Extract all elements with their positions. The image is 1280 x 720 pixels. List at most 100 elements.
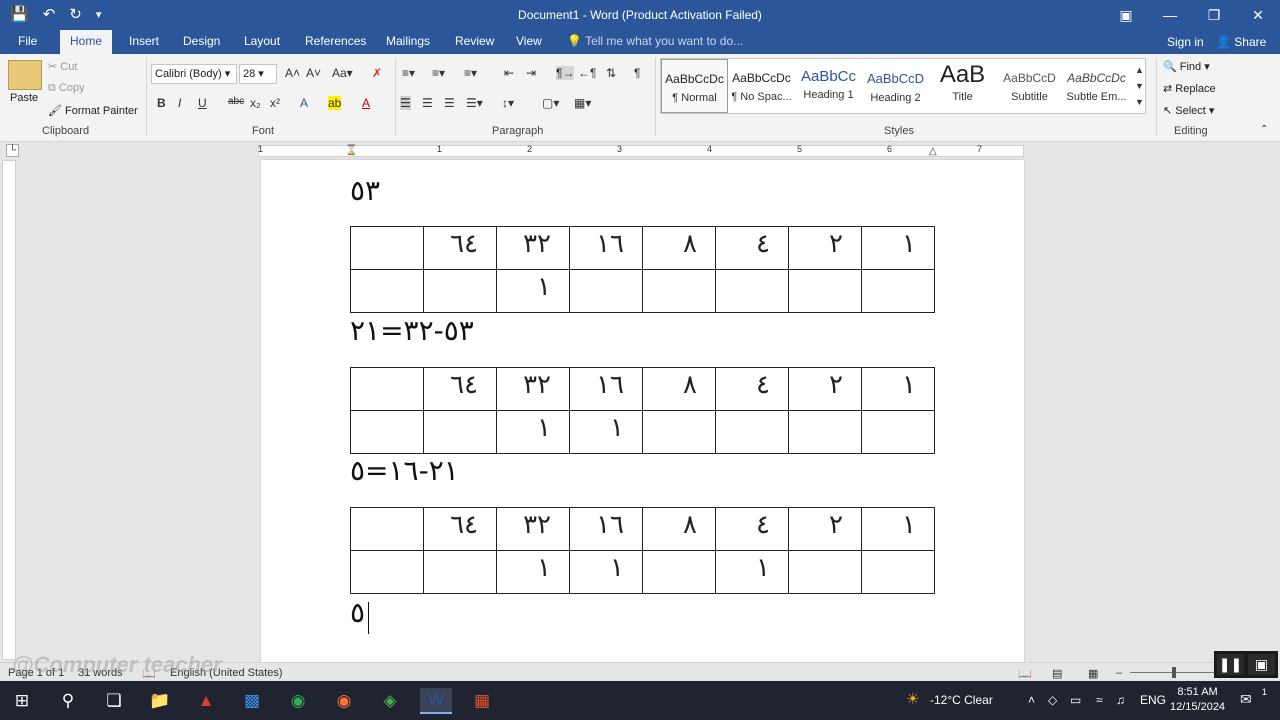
table-cell[interactable]: ١: [496, 550, 570, 594]
underline-icon[interactable]: U: [198, 96, 207, 110]
style-subtle-emphasis[interactable]: AaBbCcDc Subtle Em...: [1063, 59, 1130, 113]
style-heading-1[interactable]: AaBbCc Heading 1: [795, 59, 862, 113]
tell-me-box[interactable]: 💡 Tell me what you want to do...: [567, 34, 743, 48]
ltr-icon[interactable]: ¶→: [556, 66, 575, 80]
table-cell[interactable]: ١٦: [569, 367, 643, 411]
pause-icon[interactable]: ❚❚: [1217, 654, 1244, 675]
table-cell[interactable]: ١: [569, 550, 643, 594]
italic-icon[interactable]: I: [178, 96, 181, 110]
table-cell[interactable]: ٤: [715, 507, 789, 551]
align-left-icon[interactable]: ☰: [400, 96, 411, 110]
clear-formatting-icon[interactable]: ✗: [372, 66, 382, 80]
bullets-icon[interactable]: ≡▾: [402, 66, 415, 80]
table-cell[interactable]: [350, 367, 424, 411]
justify-icon[interactable]: ☰▾: [466, 96, 483, 110]
tray-chevron-icon[interactable]: ˄: [1028, 693, 1035, 707]
table-cell[interactable]: [350, 550, 424, 594]
weather-icon[interactable]: ☀: [906, 690, 919, 708]
firefox-icon[interactable]: ◉: [328, 688, 360, 714]
table-cell[interactable]: ١: [496, 410, 570, 454]
font-color-icon[interactable]: A: [362, 96, 370, 110]
maximize-icon[interactable]: ❐: [1192, 0, 1236, 30]
paste-button[interactable]: Paste: [10, 92, 38, 104]
shrink-font-icon[interactable]: A˅: [306, 66, 321, 80]
table-cell[interactable]: ٣٢: [496, 507, 570, 551]
sort-icon[interactable]: ⇅: [606, 66, 616, 80]
file-explorer-icon[interactable]: 📁: [144, 688, 176, 714]
table-cell[interactable]: ١: [861, 367, 935, 411]
table-cell[interactable]: [861, 410, 935, 454]
decrease-indent-icon[interactable]: ⇤: [504, 66, 514, 80]
minimize-icon[interactable]: —: [1148, 0, 1192, 30]
web-layout-icon[interactable]: ▦: [1088, 667, 1098, 680]
table-cell[interactable]: ١: [496, 269, 570, 313]
table-cell[interactable]: ٨: [642, 367, 716, 411]
rtl-icon[interactable]: ←¶: [578, 66, 596, 80]
styles-more-icon[interactable]: ▼: [1135, 97, 1144, 107]
table-cell[interactable]: ٦٤: [423, 507, 497, 551]
select-button[interactable]: ↖ Select ▾: [1163, 104, 1214, 117]
table-cell[interactable]: ١٦: [569, 226, 643, 270]
table-cell[interactable]: ٢: [788, 507, 862, 551]
table-cell[interactable]: [642, 550, 716, 594]
styles-scroll-down-icon[interactable]: ▼: [1135, 81, 1144, 91]
close-icon[interactable]: ✕: [1236, 0, 1280, 30]
bold-icon[interactable]: B: [157, 96, 166, 110]
highlight-icon[interactable]: ab: [328, 96, 342, 110]
line-spacing-icon[interactable]: ↕▾: [502, 96, 514, 110]
ribbon-display-icon[interactable]: ▣: [1104, 0, 1148, 30]
format-painter-button[interactable]: 🖌 Format Painter: [48, 104, 138, 117]
style-heading-2[interactable]: AaBbCcD Heading 2: [862, 59, 929, 113]
table-cell[interactable]: [569, 269, 643, 313]
clock[interactable]: 8:51 AM 12/15/2024: [1170, 685, 1225, 715]
find-button[interactable]: 🔍 Find ▾: [1163, 60, 1210, 73]
tab-references[interactable]: References: [305, 34, 366, 48]
subscript-icon[interactable]: x₂: [250, 96, 261, 110]
table-cell[interactable]: ٤: [715, 226, 789, 270]
show-marks-icon[interactable]: ¶: [634, 66, 640, 80]
font-name-select[interactable]: Calibri (Body) ▾: [151, 64, 237, 84]
tab-mailings[interactable]: Mailings: [386, 34, 430, 48]
table-cell[interactable]: ١٦: [569, 507, 643, 551]
fullscreen-icon[interactable]: ▣: [1248, 654, 1275, 675]
tab-view[interactable]: View: [516, 34, 542, 48]
table-cell[interactable]: ٨: [642, 226, 716, 270]
zoom-out-icon[interactable]: –: [1116, 667, 1122, 679]
grow-font-icon[interactable]: A˄: [285, 66, 300, 80]
table-cell[interactable]: ٤: [715, 367, 789, 411]
table-cell[interactable]: [423, 410, 497, 454]
table-cell[interactable]: [423, 550, 497, 594]
language-tray[interactable]: ENG: [1140, 693, 1166, 707]
tab-review[interactable]: Review: [455, 34, 494, 48]
shading-icon[interactable]: ▢▾: [542, 96, 559, 110]
table-cell[interactable]: [350, 226, 424, 270]
change-case-icon[interactable]: Aa▾: [332, 66, 353, 80]
table-cell[interactable]: ١: [861, 226, 935, 270]
table-cell[interactable]: ٨: [642, 507, 716, 551]
wifi-icon[interactable]: ≈: [1096, 693, 1103, 707]
style-title[interactable]: AaB Title: [929, 59, 996, 113]
styles-scroll-up-icon[interactable]: ▲: [1135, 65, 1144, 75]
table-cell[interactable]: ٢: [788, 226, 862, 270]
chrome-icon[interactable]: ◉: [282, 688, 314, 714]
battery-icon[interactable]: ▭: [1070, 693, 1081, 707]
style-no-spacing[interactable]: AaBbCcDc ¶ No Spac...: [728, 59, 795, 113]
table-cell[interactable]: [350, 269, 424, 313]
multilevel-list-icon[interactable]: ≡▾: [464, 66, 477, 80]
word-icon[interactable]: W: [420, 688, 452, 714]
tab-selector-icon[interactable]: └: [6, 144, 20, 157]
network-alt-icon[interactable]: ◇: [1048, 693, 1057, 707]
volume-icon[interactable]: ♫: [1116, 693, 1125, 707]
font-size-select[interactable]: 28 ▾: [239, 64, 277, 84]
read-mode-icon[interactable]: 📖: [1018, 667, 1032, 680]
table-cell[interactable]: ١: [569, 410, 643, 454]
tab-file[interactable]: File: [18, 34, 37, 48]
table-cell[interactable]: [350, 410, 424, 454]
table-cell[interactable]: ١: [715, 550, 789, 594]
table-cell[interactable]: [350, 507, 424, 551]
search-icon[interactable]: ⚲: [52, 688, 84, 714]
edge-icon[interactable]: ◈: [374, 688, 406, 714]
increase-indent-icon[interactable]: ⇥: [526, 66, 536, 80]
notification-icon[interactable]: ✉: [1240, 691, 1252, 708]
numbering-icon[interactable]: ≡▾: [432, 66, 445, 80]
